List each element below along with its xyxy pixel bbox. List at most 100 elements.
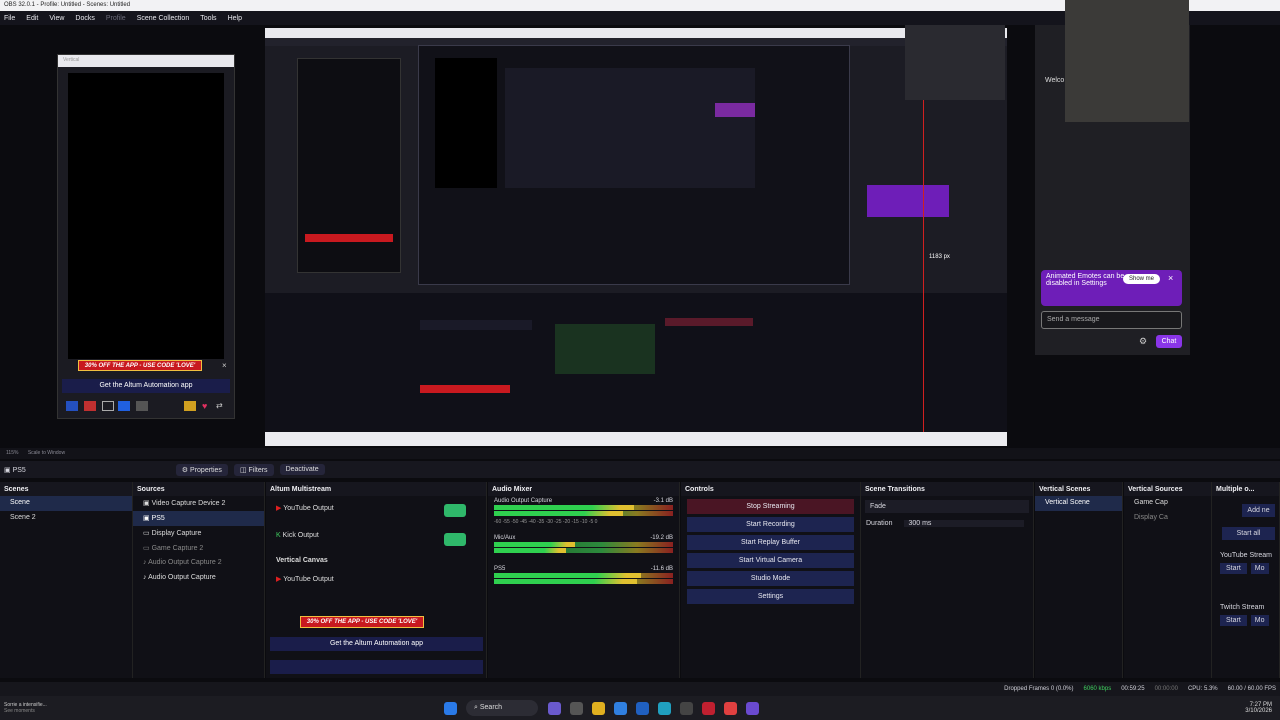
notification[interactable]: Sorrie a intensifie... See moments xyxy=(4,702,444,714)
promo-banner[interactable]: 30% OFF THE APP - USE CODE 'LOVE' xyxy=(300,616,424,628)
app-icon[interactable] xyxy=(680,701,693,715)
chrome-icon[interactable] xyxy=(724,701,737,715)
more-button[interactable]: Mo xyxy=(1250,615,1269,626)
app-icon[interactable] xyxy=(548,701,561,715)
webcam-feed xyxy=(1065,0,1189,122)
app-icon[interactable] xyxy=(636,701,649,715)
send-message-input[interactable]: Send a message xyxy=(1041,311,1182,329)
output-toggle[interactable] xyxy=(444,533,466,546)
app-icon[interactable] xyxy=(746,701,759,715)
window-title: OBS 32.0.1 - Profile: Untitled - Scenes:… xyxy=(4,2,131,8)
transition-select[interactable]: Fade xyxy=(865,500,1029,513)
close-icon[interactable]: × xyxy=(222,361,227,370)
vertical-scene-item[interactable]: Vertical Scene xyxy=(1035,496,1122,511)
heart-icon[interactable]: ♥ xyxy=(202,401,212,411)
menu-help[interactable]: Help xyxy=(228,15,242,22)
chat-popup: Animated Emotes can be disabled in Setti… xyxy=(1041,270,1182,306)
output-toggle[interactable] xyxy=(444,504,466,517)
scenes-title: Scenes xyxy=(0,482,132,496)
vertical-source-item[interactable]: Game Cap xyxy=(1124,496,1211,511)
source-item[interactable]: ▣ PS5 xyxy=(133,511,264,526)
menu-edit[interactable]: Edit xyxy=(26,15,38,22)
vertical-sources-title: Vertical Sources xyxy=(1124,482,1211,496)
menu-view[interactable]: View xyxy=(49,15,64,22)
clock[interactable]: 7:27 PM 3/10/2026 xyxy=(1245,702,1272,714)
live-time: 00:59:25 xyxy=(1121,686,1145,692)
browser-icon[interactable] xyxy=(658,701,671,715)
source-item[interactable]: ▭ Game Capture 2 xyxy=(133,541,264,556)
scene-item[interactable]: Scene 2 xyxy=(0,511,132,526)
start-button[interactable]: Start xyxy=(1220,563,1247,574)
current-source: ▣ PS5 xyxy=(4,466,26,474)
chat-button[interactable]: Chat xyxy=(1156,335,1182,348)
studio-mode-button[interactable]: Studio Mode xyxy=(687,571,854,586)
square-icon[interactable] xyxy=(102,401,114,411)
duration-input[interactable]: 300 ms xyxy=(904,520,1025,527)
show-me-button[interactable]: Show me xyxy=(1123,274,1160,284)
replay-buffer-button[interactable]: Start Replay Buffer xyxy=(687,535,854,550)
windows-start-icon[interactable] xyxy=(444,701,457,715)
menu-scene-collection[interactable]: Scene Collection xyxy=(137,15,190,22)
menu-file[interactable]: File xyxy=(4,15,15,22)
sources-dock: Sources ▣ Video Capture Device 2 ▣ PS5 ▭… xyxy=(133,482,265,678)
altum-title: Altum Multistream xyxy=(266,482,486,496)
altum-app-link[interactable]: Get the Altum Automation app xyxy=(62,379,230,393)
status-bar: Dropped Frames 0 (0.0%) 6060 kbps 00:59:… xyxy=(0,682,1280,696)
vertical-scenes-dock: Vertical Scenes Vertical Scene xyxy=(1035,482,1123,678)
altum-icon[interactable] xyxy=(66,401,78,411)
altum-app-link[interactable]: Get the Altum Automation app xyxy=(270,637,483,651)
scenes-dock: Scenes Scene Scene 2 xyxy=(0,482,133,678)
start-button[interactable]: Start xyxy=(1220,615,1247,626)
source-item[interactable]: ♪ Audio Output Capture xyxy=(133,571,264,586)
menu-tools[interactable]: Tools xyxy=(200,15,216,22)
more-button[interactable]: Mo xyxy=(1250,563,1269,574)
stop-streaming-button[interactable]: Stop Streaming xyxy=(687,499,854,514)
menu-docks[interactable]: Docks xyxy=(75,15,94,22)
app-icon[interactable] xyxy=(614,701,627,715)
scale-mode[interactable]: Scale to Window xyxy=(28,450,65,456)
nested-yt xyxy=(420,320,532,330)
menu-profile[interactable]: Profile xyxy=(106,15,126,22)
close-icon[interactable]: × xyxy=(1168,273,1173,283)
duration-row: Duration 300 ms xyxy=(861,517,1033,530)
filters-button[interactable]: ◫ Filters xyxy=(233,463,274,476)
volume-meter xyxy=(494,579,673,584)
transitions-dock: Scene Transitions Fade Duration 300 ms xyxy=(861,482,1034,678)
vertical-canvas-preview[interactable]: Vertical 30% OFF THE APP - USE CODE 'LOV… xyxy=(57,54,235,419)
record-icon[interactable] xyxy=(84,401,96,411)
px-label: 1183 px xyxy=(929,254,950,260)
screen-icon[interactable] xyxy=(136,401,148,411)
camera-icon[interactable] xyxy=(118,401,130,411)
youtube-icon: ▶ xyxy=(276,505,282,512)
add-new-button[interactable]: Add ne xyxy=(1242,504,1275,517)
vertical-canvas-title: Vertical xyxy=(58,55,234,67)
zoom-level[interactable]: 115% xyxy=(6,450,18,456)
promo-banner[interactable]: 30% OFF THE APP - USE CODE 'LOVE' xyxy=(78,360,202,371)
source-item[interactable]: ▣ Video Capture Device 2 xyxy=(133,496,264,511)
nested-stop xyxy=(665,318,753,326)
swap-icon[interactable]: ⇄ xyxy=(216,401,226,411)
deactivate-button[interactable]: Deactivate xyxy=(279,464,325,475)
gear-icon[interactable]: ⚙ xyxy=(1139,336,1147,347)
properties-button[interactable]: ⚙ Properties xyxy=(175,463,228,476)
nested-promo-2 xyxy=(420,385,510,393)
bitrate: 6060 kbps xyxy=(1083,686,1112,692)
start-all-button[interactable]: Start all xyxy=(1222,527,1275,540)
source-item[interactable]: ▭ Display Capture xyxy=(133,526,264,541)
altum-dock: Altum Multistream ▶ YouTube Output K Kic… xyxy=(266,482,487,678)
app-icon[interactable] xyxy=(570,701,583,715)
virtual-camera-button[interactable]: Start Virtual Camera xyxy=(687,553,854,568)
altum-actions xyxy=(270,660,483,674)
gear-icon[interactable] xyxy=(184,401,196,411)
folder-icon[interactable] xyxy=(592,701,605,715)
multiple-output-title: Multiple o... xyxy=(1212,482,1279,496)
source-item[interactable]: ♪ Audio Output Capture 2 xyxy=(133,556,264,571)
dropped-frames: Dropped Frames 0 (0.0%) xyxy=(1004,686,1074,692)
start-recording-button[interactable]: Start Recording xyxy=(687,517,854,532)
stream-label: YouTube Stream xyxy=(1220,552,1273,559)
scene-item[interactable]: Scene xyxy=(0,496,132,511)
taskbar-search[interactable]: ⌕ Search xyxy=(466,700,538,716)
app-icon[interactable] xyxy=(702,701,715,715)
vertical-source-item[interactable]: Display Ca xyxy=(1124,511,1211,526)
settings-button[interactable]: Settings xyxy=(687,589,854,604)
